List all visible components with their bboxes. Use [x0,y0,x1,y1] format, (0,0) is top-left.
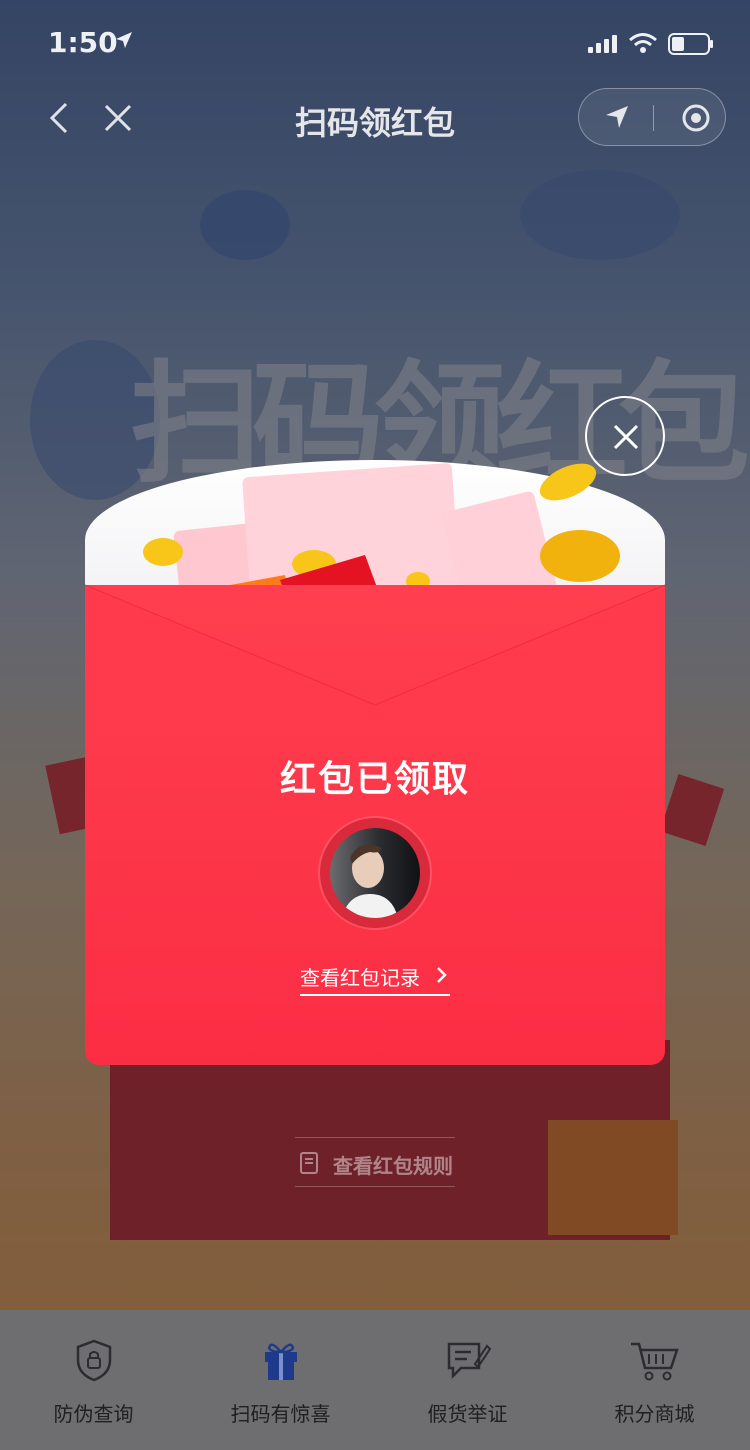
tab-report-fake[interactable]: 假货举证 [374,1310,561,1450]
view-rules-link[interactable]: 查看红包规则 [295,1137,455,1187]
signal-icon [588,35,617,53]
wifi-icon [629,33,657,53]
tab-label: 扫码有惊喜 [230,1402,331,1426]
modal-title: 红包已领取 [279,759,470,800]
rules-doc-icon [300,1152,318,1174]
navigation-arrow-icon[interactable] [603,103,631,131]
avatar-portrait [342,844,398,918]
battery-icon [668,33,713,55]
tab-label: 防伪查询 [53,1402,134,1426]
status-time: 1:50 [48,26,118,59]
shield-lock-icon [76,1339,111,1382]
red-envelope-modal: 100 红包已领取 查看红包记录 [85,460,665,1065]
modal-close-button[interactable] [585,396,665,476]
tab-points-mall[interactable]: 积分商城 [561,1310,748,1450]
bottom-tab-bar: 防伪查询 扫码有惊喜 假货举证 积分商城 [0,1310,750,1450]
view-rules-label: 查看红包规则 [333,1154,453,1178]
tab-label: 假货举证 [427,1402,508,1426]
location-arrow-icon [116,32,132,48]
mini-program-capsule [578,88,726,146]
chevron-right-icon [437,967,447,983]
avatar-ring [320,818,430,928]
status-bar: 1:50 [0,0,750,88]
report-icon [447,1342,491,1380]
target-icon[interactable] [681,103,711,133]
close-icon [613,424,639,450]
avatar [330,828,420,918]
tab-anti-counterfeit[interactable]: 防伪查询 [0,1310,187,1450]
capsule-divider [653,105,654,131]
nav-bar: 扫码领红包 [0,88,750,148]
cart-icon [630,1342,679,1381]
envelope-flap [85,584,665,710]
tab-scan-surprise[interactable]: 扫码有惊喜 [187,1310,374,1450]
view-records-link[interactable]: 查看红包记录 [300,962,450,996]
tab-label: 积分商城 [614,1402,695,1426]
view-records-label: 查看红包记录 [300,966,420,990]
gift-icon [264,1343,297,1380]
